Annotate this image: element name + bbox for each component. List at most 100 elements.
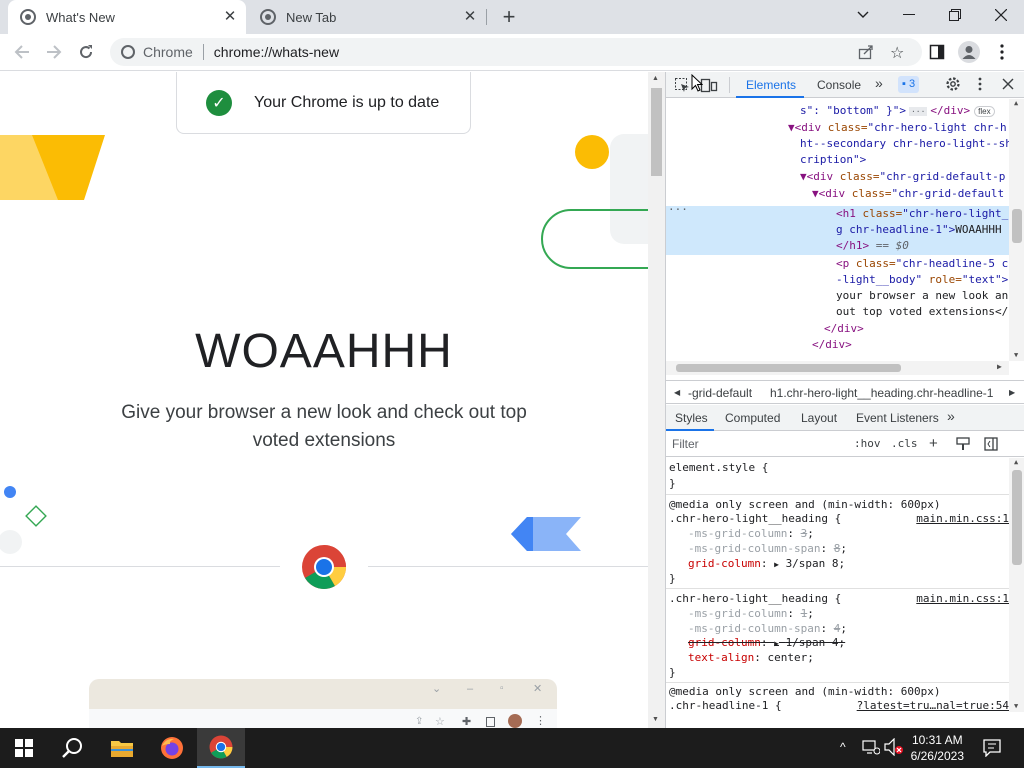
windows-start-icon[interactable]: [0, 728, 48, 768]
hov-toggle[interactable]: :hov: [854, 437, 881, 450]
styles-scroll-up-icon[interactable]: ▲: [1014, 458, 1018, 466]
cls-toggle[interactable]: .cls: [891, 437, 918, 450]
file-explorer-icon[interactable]: [98, 728, 146, 768]
dom-vertical-scrollbar[interactable]: ▲ ▼: [1009, 99, 1024, 361]
dom-line[interactable]: ht--secondary chr-hero-light--sh: [800, 136, 1009, 152]
kebab-menu-icon[interactable]: [988, 38, 1016, 66]
dom-text[interactable]: out top voted extensions</: [836, 304, 1008, 320]
tab-event-listeners[interactable]: Event Listeners: [856, 411, 939, 425]
profile-avatar-icon[interactable]: [955, 38, 983, 66]
tab-search-chevron-icon[interactable]: [840, 0, 886, 30]
close-tab-icon[interactable]: ✕: [222, 9, 238, 25]
minimize-icon[interactable]: [886, 0, 932, 30]
scroll-down-arrow-icon[interactable]: ▼: [652, 716, 659, 723]
dom-line[interactable]: ▼<div class="chr-hero-light chr-h: [788, 120, 1007, 136]
system-clock[interactable]: 10:31 AM 6/26/2023: [911, 732, 964, 764]
dom-scroll-up-icon[interactable]: ▲: [1014, 99, 1018, 107]
node-ellipsis-icon[interactable]: ···: [668, 202, 688, 218]
page-scrollbar[interactable]: ▲ ▼: [648, 72, 665, 728]
dom-horizontal-scrollbar[interactable]: ▶: [666, 361, 1009, 375]
dom-scroll-right-icon[interactable]: ▶: [997, 362, 1002, 371]
show-hidden-icons-chevron[interactable]: ^: [840, 740, 846, 754]
side-panel-icon[interactable]: [923, 38, 951, 66]
tab-elements[interactable]: Elements: [746, 78, 796, 92]
rule-source-link[interactable]: main.min.css:1: [916, 591, 1009, 606]
dom-line-selected[interactable]: <h1 class="chr-hero-light_: [836, 206, 1008, 222]
devtools-kebab-icon[interactable]: [978, 77, 982, 94]
style-declaration[interactable]: -ms-grid-column: 3;: [688, 526, 814, 541]
restore-icon[interactable]: [932, 0, 978, 30]
tab-computed[interactable]: Computed: [725, 411, 780, 425]
sidebar-toggle-icon[interactable]: [984, 437, 998, 454]
breadcrumb-left-arrow-icon[interactable]: ◀: [674, 388, 680, 397]
tab-styles[interactable]: Styles: [675, 411, 708, 425]
search-icon[interactable]: [48, 728, 96, 768]
breadcrumb-item[interactable]: -grid-default: [688, 386, 752, 400]
dom-line[interactable]: </div>: [824, 321, 864, 337]
scroll-up-arrow-icon[interactable]: ▲: [652, 75, 659, 82]
dom-hscroll-thumb[interactable]: [676, 364, 901, 372]
notifications-icon[interactable]: [982, 739, 1002, 762]
more-tabs-chevron-icon[interactable]: »: [875, 75, 883, 91]
issues-badge[interactable]: ▪ 3: [898, 76, 920, 93]
close-window-icon[interactable]: [978, 0, 1024, 30]
firefox-icon[interactable]: [148, 728, 196, 768]
collapsed-dots[interactable]: ···: [908, 107, 928, 116]
style-declaration[interactable]: grid-column: ▶ 3/span 8;: [688, 556, 845, 571]
dom-line[interactable]: </div>: [812, 337, 852, 353]
rule-source-link[interactable]: main.min.css:1: [916, 511, 1009, 526]
reload-icon[interactable]: [72, 38, 100, 66]
new-rule-plus-icon[interactable]: +: [929, 435, 938, 452]
style-declaration[interactable]: -ms-grid-column: 1;: [688, 606, 814, 621]
inspect-element-icon[interactable]: [674, 77, 690, 96]
flex-badge[interactable]: flex: [974, 106, 995, 117]
more-style-tabs-chevron-icon[interactable]: »: [947, 408, 955, 424]
address-bar[interactable]: Chrome chrome://whats-new ☆: [110, 38, 922, 66]
tab-whats-new[interactable]: What's New ✕: [8, 0, 246, 34]
scrollbar-thumb[interactable]: [651, 88, 662, 176]
dom-line[interactable]: ▼<div class="chr-grid-default-p: [800, 169, 1005, 185]
styles-scroll-down-icon[interactable]: ▼: [1014, 702, 1018, 710]
bookmark-star-icon[interactable]: ☆: [890, 43, 904, 63]
settings-gear-icon[interactable]: [945, 76, 961, 95]
rule-selector[interactable]: element.style {: [669, 460, 768, 475]
dom-line-selected[interactable]: g chr-headline-1">WOAAHHH: [836, 222, 1002, 238]
expand-triangle-icon[interactable]: ▶: [774, 639, 779, 648]
breadcrumb-right-arrow-icon[interactable]: ▶: [1009, 388, 1015, 397]
styles-filter-input[interactable]: Filter: [672, 437, 699, 451]
close-devtools-icon[interactable]: [1002, 78, 1014, 93]
rule-header[interactable]: .chr-headline-1 {?latest=tru…nal=true:54: [669, 698, 1009, 712]
tab-console[interactable]: Console: [817, 78, 861, 92]
rule-header[interactable]: .chr-hero-light__heading {main.min.css:1: [669, 511, 1009, 526]
dom-text[interactable]: your browser a new look an: [836, 288, 1008, 304]
forward-arrow-icon[interactable]: [40, 38, 68, 66]
rule-header[interactable]: .chr-hero-light__heading {main.min.css:1: [669, 591, 1009, 606]
breadcrumb-item-selected[interactable]: h1.chr-hero-light__heading.chr-headline-…: [770, 386, 993, 400]
style-declaration[interactable]: -ms-grid-column-span: 4;: [688, 621, 847, 636]
rule-source-link[interactable]: ?latest=tru…nal=true:54: [857, 698, 1009, 712]
new-tab-plus-icon[interactable]: +: [496, 4, 522, 30]
dom-line[interactable]: cription">: [800, 152, 866, 168]
paint-brush-icon[interactable]: [956, 437, 970, 454]
dom-line-selected[interactable]: </h1> == $0: [836, 238, 909, 254]
dom-line[interactable]: <p class="chr-headline-5 c: [836, 256, 1008, 272]
dom-scroll-thumb[interactable]: [1012, 209, 1022, 243]
tab-new-tab[interactable]: New Tab ✕: [248, 0, 486, 34]
dom-scroll-down-icon[interactable]: ▼: [1014, 351, 1018, 359]
share-icon[interactable]: [858, 44, 874, 63]
network-icon[interactable]: [862, 739, 881, 760]
styles-scrollbar[interactable]: ▲ ▼: [1009, 458, 1024, 712]
dom-line[interactable]: -light__body" role="text">: [836, 272, 1008, 288]
tab-layout[interactable]: Layout: [801, 411, 837, 425]
close-tab-icon[interactable]: ✕: [462, 9, 478, 25]
style-declaration[interactable]: text-align: center;: [688, 650, 814, 665]
volume-muted-icon[interactable]: [884, 737, 904, 761]
dom-line[interactable]: ▼<div class="chr-grid-default: [812, 186, 1004, 202]
style-declaration[interactable]: -ms-grid-column-span: 8;: [688, 541, 847, 556]
dom-line[interactable]: s": "bottom" }"> ··· </div> flex: [800, 103, 995, 119]
styles-scroll-thumb[interactable]: [1012, 470, 1022, 565]
back-arrow-icon[interactable]: [8, 38, 36, 66]
chrome-taskbar-icon[interactable]: [197, 728, 245, 768]
style-declaration-overridden[interactable]: grid-column: ▶ 1/span 4;: [688, 635, 845, 650]
expand-triangle-icon[interactable]: ▶: [774, 560, 779, 569]
